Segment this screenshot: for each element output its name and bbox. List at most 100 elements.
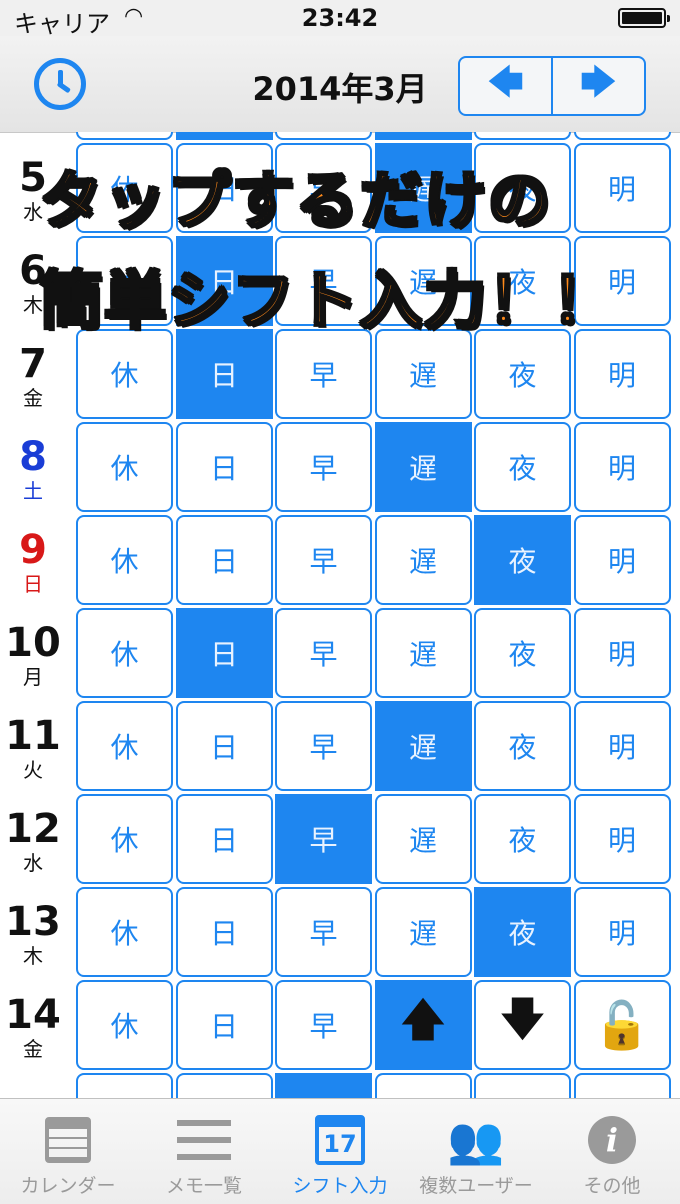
shift-cell[interactable] [76,1073,173,1098]
shift-cell[interactable]: 休 [76,887,173,977]
shift-cell[interactable] [76,132,173,140]
shift-cell[interactable]: 明 [573,143,671,233]
shift-cell[interactable]: 日 [175,887,273,977]
shift-cell[interactable]: 早 [275,794,372,884]
shift-cell[interactable]: 日 [175,608,273,698]
shift-label: 夜 [508,824,537,857]
day-weekday: 土 [23,479,43,503]
shift-label: 夜 [508,731,537,764]
table-row [0,1073,680,1098]
shift-cell[interactable]: 夜 [474,887,571,977]
shift-cell[interactable]: 明 [573,701,671,791]
shift-cell[interactable] [175,132,273,140]
shift-label: 夜 [508,638,537,671]
shift-cell[interactable]: 日 [175,701,273,791]
shift-cell[interactable]: 明 [573,794,671,884]
shift-cell[interactable]: 明 [573,329,671,419]
shift-cell[interactable]: 日 [175,329,273,419]
shift-cell[interactable]: 🡇 [474,980,571,1070]
shift-cell[interactable]: 休 [76,794,173,884]
shift-cell[interactable] [175,1073,273,1098]
shift-label: 明 [607,917,636,950]
shift-cell[interactable]: 早 [275,608,372,698]
list-icon [177,1120,231,1160]
arrow-right-icon: 🡆 [579,61,618,103]
day-weekday: 日 [23,572,43,596]
shift-label: 明 [607,824,636,857]
day-weekday: 水 [23,851,43,875]
shift-cell[interactable]: 早 [275,422,372,512]
shift-cell[interactable]: 遅 [374,887,472,977]
prev-month-button[interactable]: 🡄 [460,58,551,114]
day-number: 9 [19,527,47,573]
shift-label: 明 [607,173,636,206]
shift-cell[interactable]: 休 [76,980,173,1070]
shift-cell[interactable]: 休 [76,701,173,791]
shift-cell[interactable]: 🔓 [573,980,671,1070]
clock-icon[interactable] [34,58,86,110]
table-row [0,132,680,143]
shift-cell[interactable] [374,1073,472,1098]
shift-cell[interactable]: 遅 [374,422,472,512]
next-month-button[interactable]: 🡆 [551,58,644,114]
shift-cell[interactable]: 休 [76,329,173,419]
shift-cell[interactable]: 遅 [374,329,472,419]
shift-cell[interactable] [573,132,671,140]
shift-cell[interactable]: 夜 [474,701,571,791]
shift-cell[interactable] [275,132,372,140]
shift-cell[interactable] [573,1073,671,1098]
users-icon: 👥 [447,1112,505,1167]
shift-cell[interactable]: 夜 [474,515,571,605]
info-icon: i [588,1116,636,1164]
day-number: 14 [5,992,61,1038]
shift-cell[interactable]: 明 [573,608,671,698]
shift-cell[interactable]: 明 [573,887,671,977]
shift-cell[interactable] [275,1073,372,1098]
shift-cell[interactable]: 早 [275,329,372,419]
tab-bar: カレンダー メモ一覧 17 シフト入力 👥 複数ユーザー i その他 [0,1098,680,1204]
page-title: 2014年3月 [252,70,428,108]
tab-shift-input[interactable]: 17 シフト入力 [272,1099,408,1204]
shift-cell[interactable]: 早 [275,980,372,1070]
table-row: 12 水 休 日 早 遅 夜 明 [0,794,680,887]
calendar-icon [45,1117,91,1163]
shift-cell[interactable]: 日 [175,980,273,1070]
shift-cell[interactable]: 遅 [374,701,472,791]
shift-label: 夜 [508,452,537,485]
shift-cell[interactable]: 夜 [474,608,571,698]
shift-cell[interactable]: 遅 [374,608,472,698]
shift-cell[interactable]: 早 [275,887,372,977]
shift-cell[interactable]: 夜 [474,329,571,419]
shift-cell[interactable] [374,132,472,140]
shift-cell[interactable]: 遅 [374,794,472,884]
shift-cell[interactable] [474,1073,571,1098]
shift-label: 夜 [508,917,537,950]
shift-cell[interactable]: 夜 [474,794,571,884]
shift-cell[interactable]: 明 [573,422,671,512]
shift-label: 明 [607,545,636,578]
shift-cell[interactable] [474,132,571,140]
shift-cell[interactable]: 遅 [374,515,472,605]
tab-other[interactable]: i その他 [544,1099,680,1204]
shift-cell[interactable]: 🡅 [374,980,472,1070]
shift-cell[interactable]: 休 [76,608,173,698]
shift-cell[interactable]: 日 [175,422,273,512]
tab-calendar[interactable]: カレンダー [0,1099,136,1204]
shift-cell[interactable]: 日 [175,515,273,605]
shift-cell[interactable]: 休 [76,515,173,605]
shift-label: 休 [110,638,139,671]
shift-cell[interactable]: 休 [76,422,173,512]
navigation-bar: 2014年3月 🡄 🡆 [0,36,680,133]
shift-label: 明 [607,731,636,764]
shift-label: 夜 [508,359,537,392]
arrow-left-icon: 🡄 [486,61,525,103]
shift-label: 遅 [408,917,437,950]
tab-multi-user[interactable]: 👥 複数ユーザー [408,1099,544,1204]
tab-memo-list[interactable]: メモ一覧 [136,1099,272,1204]
shift-cell[interactable]: 明 [573,515,671,605]
shift-cell[interactable]: 早 [275,701,372,791]
shift-cell[interactable]: 早 [275,515,372,605]
shift-cell[interactable]: 夜 [474,422,571,512]
shift-label: 日 [209,452,238,485]
shift-cell[interactable]: 日 [175,794,273,884]
